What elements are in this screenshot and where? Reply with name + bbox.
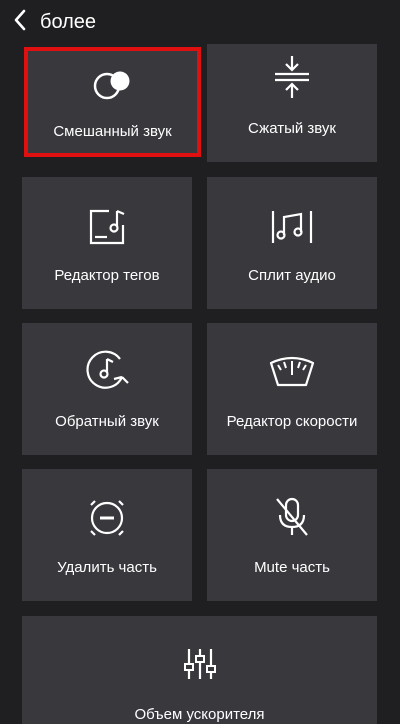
mic-mute-icon [272,495,312,541]
remove-part-label: Удалить часть [57,559,157,576]
mute-part-tile[interactable]: Mute часть [207,469,377,601]
split-audio-label: Сплит аудио [248,267,336,284]
compress-audio-tile[interactable]: Сжатый звук [207,30,377,162]
tag-editor-icon [87,207,127,247]
back-button[interactable] [2,0,38,44]
remove-part-icon [84,495,130,541]
reverse-audio-tile[interactable]: Обратный звук [22,323,192,455]
reverse-audio-label: Обратный звук [55,413,159,430]
speed-editor-label: Редактор скорости [226,413,358,430]
page-title: более [40,10,97,33]
volume-booster-tile[interactable]: Объем ускорителя [22,616,377,724]
compress-arrows-icon [272,52,312,102]
tag-editor-tile[interactable]: Редактор тегов [22,177,192,309]
mix-audio-tile[interactable]: Смешанный звук [24,47,201,157]
remove-part-tile[interactable]: Удалить часть [22,469,192,601]
tool-grid: Смешанный звук Сжатый звук Редактор тего… [0,0,400,724]
speed-editor-tile[interactable]: Редактор скорости [207,323,377,455]
mix-audio-label: Смешанный звук [53,123,172,140]
volume-booster-label: Объем ускорителя [134,706,265,723]
speedometer-icon [268,353,316,389]
mute-part-label: Mute часть [254,559,330,576]
split-audio-tile[interactable]: Сплит аудио [207,177,377,309]
split-audio-icon [270,207,314,247]
reverse-audio-icon [84,347,130,393]
equalizer-sliders-icon [182,646,218,682]
tag-editor-label: Редактор тегов [54,267,160,284]
mix-circles-icon [91,67,135,103]
top-bar: более [0,0,400,44]
chevron-left-icon [13,9,27,36]
compress-audio-label: Сжатый звук [248,120,336,137]
